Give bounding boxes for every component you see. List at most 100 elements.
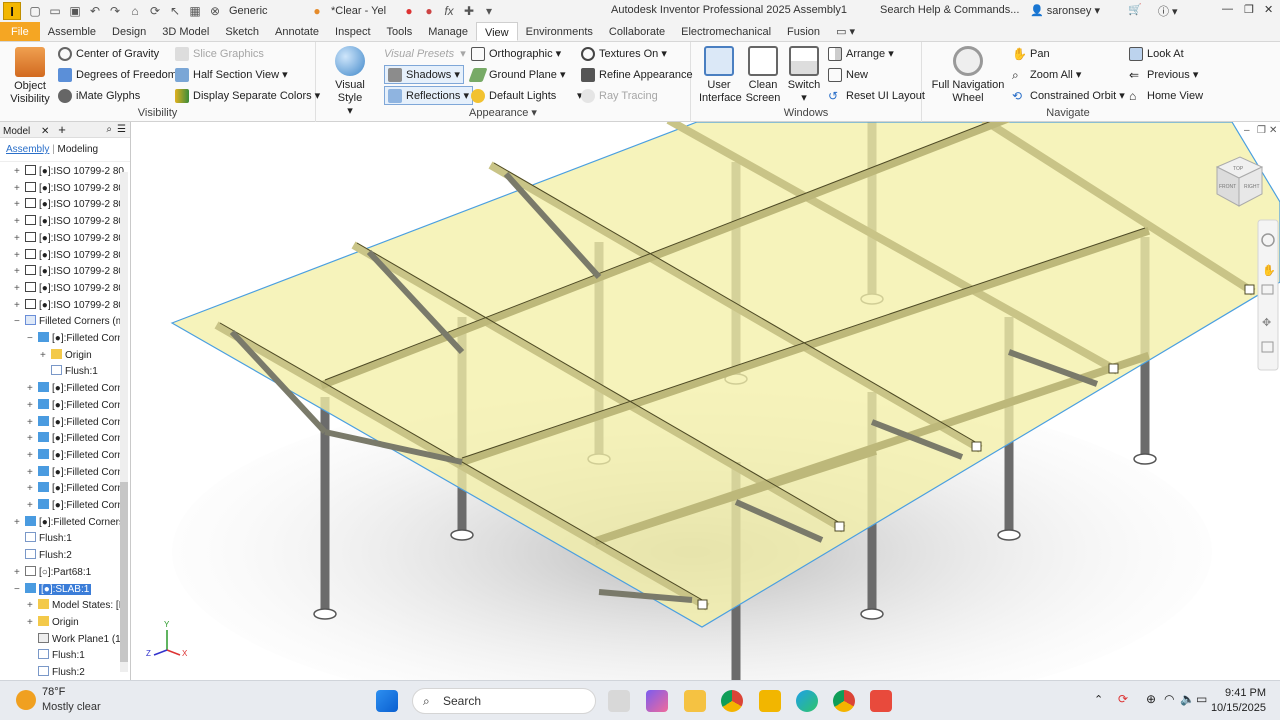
- expand-icon[interactable]: +: [14, 298, 24, 314]
- chrome-icon[interactable]: [721, 690, 743, 712]
- browser-tree-row[interactable]: + [●]:ISO 10799-2 80: [14, 197, 124, 213]
- inventor-taskbar-icon[interactable]: [759, 690, 781, 712]
- tab-manage[interactable]: Manage: [420, 22, 476, 41]
- pan-button[interactable]: ✋ Pan: [1012, 44, 1050, 63]
- expand-icon[interactable]: +: [40, 348, 50, 364]
- tray-overflow-icon[interactable]: ⌃: [1094, 693, 1103, 706]
- full-navigation-wheel-button[interactable]: Full Navigation Wheel: [928, 46, 1008, 105]
- orthographic-button[interactable]: Orthographic ▾: [471, 44, 561, 63]
- tab-inspect[interactable]: Inspect: [327, 22, 378, 41]
- edge-icon[interactable]: [796, 690, 818, 712]
- cart-icon[interactable]: 🛒: [1128, 3, 1142, 16]
- half-section-view-button[interactable]: Half Section View ▾: [175, 65, 288, 84]
- previous-view-button[interactable]: ⇐ Previous ▾: [1129, 65, 1198, 84]
- look-at-button[interactable]: Look At: [1129, 44, 1184, 63]
- expand-icon[interactable]: +: [14, 248, 24, 264]
- new-icon[interactable]: ▢: [27, 3, 43, 19]
- chrome-profile-icon[interactable]: [833, 690, 855, 712]
- browser-tree-row[interactable]: + Model States: [Prim: [27, 598, 124, 614]
- tab-fusion[interactable]: Fusion: [779, 22, 828, 41]
- file-explorer-icon[interactable]: [684, 690, 706, 712]
- browser-tree-row[interactable]: − [●]:SLAB:1: [14, 582, 124, 598]
- browser-tree-row[interactable]: + [●]:ISO 10799-2 80: [14, 264, 124, 280]
- viewport-minimize-icon[interactable]: –: [1244, 125, 1250, 136]
- browser-tree-row[interactable]: + [●]:Filleted Corn: [27, 448, 124, 464]
- save-icon[interactable]: ▣: [67, 3, 83, 19]
- redo-icon[interactable]: ↷: [107, 3, 123, 19]
- open-icon[interactable]: ▭: [47, 3, 63, 19]
- browser-tree-row[interactable]: + [○]:Part68:1: [14, 565, 124, 581]
- tab-3d-model[interactable]: 3D Model: [154, 22, 217, 41]
- browser-tree-row[interactable]: + [●]:Filleted Corn: [27, 498, 124, 514]
- center-of-gravity-button[interactable]: Center of Gravity: [58, 44, 159, 63]
- object-visibility-button[interactable]: Object Visibility: [6, 47, 54, 106]
- browser-tree-row[interactable]: Flush:2: [27, 665, 124, 681]
- browser-tree-row[interactable]: + [●]:Filleted Corn: [27, 381, 124, 397]
- expand-icon[interactable]: +: [27, 448, 37, 464]
- clock-date[interactable]: 10/15/2025: [1206, 702, 1266, 714]
- appearance-dropdown[interactable]: *Clear - Yel: [327, 3, 399, 20]
- switch-button[interactable]: Switch ▾: [785, 46, 823, 105]
- ground-plane-button[interactable]: Ground Plane ▾: [468, 65, 565, 84]
- help-icon[interactable]: ⓘ ▾: [1158, 3, 1178, 19]
- copilot-icon[interactable]: [646, 690, 668, 712]
- expand-icon[interactable]: +: [14, 214, 24, 230]
- browser-add-icon[interactable]: +: [58, 122, 66, 137]
- tab-collaborate[interactable]: Collaborate: [601, 22, 673, 41]
- constrained-orbit-button[interactable]: ⟲ Constrained Orbit ▾: [1012, 86, 1125, 105]
- graphics-viewport[interactable]: Y X Z TOP FRONT RIGHT – ❐ ✕ ✋ ✥: [132, 122, 1280, 680]
- viewport-close-icon[interactable]: ✕: [1269, 125, 1277, 136]
- adjust-icon[interactable]: ●: [401, 3, 417, 19]
- home-icon[interactable]: ⌂: [127, 3, 143, 19]
- help-search-input[interactable]: Search Help & Commands...: [880, 4, 1019, 16]
- browser-menu-icon[interactable]: ☰: [117, 122, 126, 138]
- browser-tree-row[interactable]: − Filleted Corners (m: [14, 314, 124, 330]
- tab-assemble[interactable]: Assemble: [40, 22, 104, 41]
- tab-tools[interactable]: Tools: [379, 22, 421, 41]
- browser-search-icon[interactable]: ⌕: [106, 122, 112, 138]
- tab-sketch[interactable]: Sketch: [217, 22, 267, 41]
- expand-icon[interactable]: +: [14, 264, 24, 280]
- browser-tree-row[interactable]: + [●]:ISO 10799-2 80: [14, 281, 124, 297]
- slice-graphics-button[interactable]: Slice Graphics: [175, 44, 264, 63]
- browser-tree-row[interactable]: + [●]:ISO 10799-2 80: [14, 298, 124, 314]
- browser-tree-row[interactable]: Work Plane1 (1: [27, 632, 124, 648]
- tab-environments[interactable]: Environments: [518, 22, 601, 41]
- expand-icon[interactable]: +: [14, 565, 24, 581]
- clear-icon[interactable]: ●: [421, 3, 437, 19]
- default-lights-dropdown[interactable]: Default Lights ▾: [471, 86, 583, 105]
- language-icon[interactable]: ⊕: [1146, 692, 1156, 706]
- close-icon[interactable]: ✕: [1264, 3, 1273, 16]
- expand-icon[interactable]: +: [27, 615, 37, 631]
- collapse-icon[interactable]: −: [27, 331, 37, 347]
- arrange-button[interactable]: Arrange ▾: [828, 44, 894, 63]
- home-view-button[interactable]: ⌂ Home View: [1129, 86, 1203, 105]
- reset-ui-layout-button[interactable]: ↺ Reset UI Layout: [828, 86, 925, 105]
- tab-file[interactable]: File: [0, 22, 40, 41]
- material-icon[interactable]: ⊗: [207, 3, 223, 19]
- browser-tab-assembly[interactable]: Assembly: [6, 144, 49, 155]
- browser-tree-row[interactable]: + [●]:ISO 10799-2 80: [14, 181, 124, 197]
- appearance-panel-title[interactable]: Appearance ▾: [316, 106, 690, 119]
- expand-icon[interactable]: +: [27, 481, 37, 497]
- taskbar-search[interactable]: ⌕ Search: [412, 688, 596, 714]
- tray-sync-icon[interactable]: ⟳: [1118, 692, 1128, 706]
- expand-icon[interactable]: +: [27, 431, 37, 447]
- qa-menu-icon[interactable]: ▾: [481, 3, 497, 19]
- browser-tree-row[interactable]: + [●]:Filleted Corn: [27, 465, 124, 481]
- inventor-logo-icon[interactable]: I: [3, 2, 21, 20]
- browser-tab-modeling[interactable]: Modeling: [58, 144, 99, 155]
- reflections-button[interactable]: Reflections ▾: [384, 86, 473, 105]
- appearance-sphere-icon[interactable]: ●: [309, 3, 325, 19]
- browser-tree-row[interactable]: − [●]:Filleted Corn: [27, 331, 124, 347]
- collapse-icon[interactable]: −: [14, 582, 24, 598]
- textures-on-button[interactable]: Textures On ▾: [581, 44, 667, 63]
- tab-design[interactable]: Design: [104, 22, 154, 41]
- browser-tree-row[interactable]: Flush:1: [14, 531, 124, 547]
- imate-glyphs-button[interactable]: iMate Glyphs: [58, 86, 140, 105]
- viewport-restore-icon[interactable]: ❐: [1257, 125, 1266, 136]
- volume-icon[interactable]: 🔈: [1180, 692, 1195, 706]
- browser-tree-row[interactable]: + [●]:Filleted Corn: [27, 415, 124, 431]
- fx-icon[interactable]: fx: [441, 3, 457, 19]
- ribbon-options-icon[interactable]: ▭ ▾: [828, 22, 863, 41]
